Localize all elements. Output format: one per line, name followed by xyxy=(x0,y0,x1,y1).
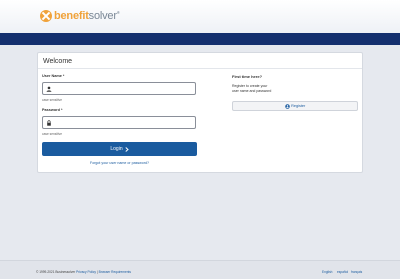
card-divider xyxy=(38,68,362,69)
footer-copyright: © 1999-2021 Businessolver Privacy Policy… xyxy=(36,270,131,274)
login-card: Welcome User Name * case sensitive Passw… xyxy=(37,52,363,173)
language-english-link[interactable]: English xyxy=(322,270,332,274)
login-button[interactable]: Login xyxy=(42,142,197,156)
login-button-label: Login xyxy=(110,146,123,152)
password-field[interactable] xyxy=(42,116,196,129)
username-hint: case sensitive xyxy=(42,98,63,102)
user-icon xyxy=(46,86,52,92)
username-input[interactable] xyxy=(55,83,195,94)
forgot-credentials-link[interactable]: Forgot your user name or password? xyxy=(42,161,197,165)
benefitsolver-logo-icon xyxy=(40,10,52,22)
password-hint: case sensitive xyxy=(42,132,63,136)
navigation-bar xyxy=(0,33,400,45)
register-description: Register to create your user name and pa… xyxy=(232,84,271,94)
copyright-text: © 1999-2021 Businessolver xyxy=(36,270,76,274)
register-button[interactable]: Register xyxy=(232,101,358,111)
password-label: Password * xyxy=(42,108,63,112)
username-label: User Name * xyxy=(42,74,65,78)
register-line-2: user name and password xyxy=(232,89,272,93)
top-header: benefitsolver® xyxy=(0,0,400,33)
password-input[interactable] xyxy=(55,117,195,128)
chevron-right-icon xyxy=(125,146,129,152)
user-plus-icon xyxy=(284,103,290,109)
benefitsolver-logo[interactable]: benefitsolver® xyxy=(40,10,120,22)
language-spanish-link[interactable]: español xyxy=(337,270,348,274)
language-french-link[interactable]: français xyxy=(351,270,362,274)
browser-requirements-link[interactable]: Browser Requirements xyxy=(99,270,131,274)
page-title: Welcome xyxy=(43,58,73,65)
logo-text: benefitsolver® xyxy=(54,10,120,22)
register-button-label: Register xyxy=(291,104,306,108)
footer-separator: | xyxy=(96,270,98,274)
lock-icon xyxy=(47,120,51,126)
register-heading: First time here? xyxy=(232,74,263,79)
privacy-policy-link[interactable]: Privacy Policy xyxy=(76,270,96,274)
username-field[interactable] xyxy=(42,82,196,95)
footer: © 1999-2021 Businessolver Privacy Policy… xyxy=(0,260,400,279)
